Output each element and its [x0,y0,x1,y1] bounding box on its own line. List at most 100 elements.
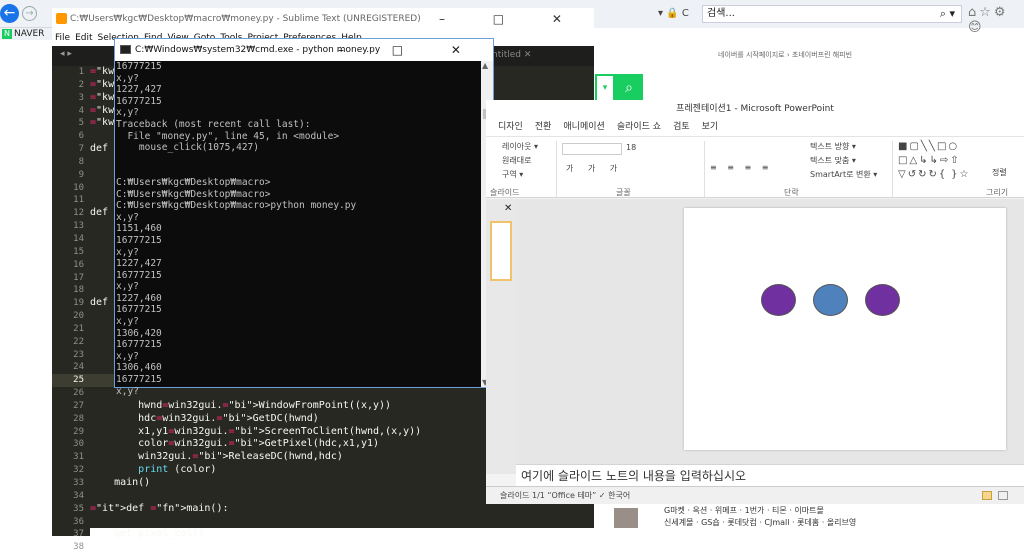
group-label-font: 글꼴 [616,188,631,197]
line-number: 34 [73,490,84,501]
shopping-links-row2[interactable]: 신세계몰 · GS숍 · 롯데닷컴 · CJmall · 롯데홈 · 올리브영 [664,517,856,529]
window-controls[interactable]: – □ ✕ [338,39,483,61]
font-name-box[interactable] [562,143,622,155]
tab-nav-arrows[interactable]: ◂ ▸ [60,49,72,59]
normal-view-icon[interactable] [982,491,992,500]
line-number: 26 [73,388,84,399]
forward-button[interactable]: → [22,6,37,21]
group-label-paragraph: 단락 [784,188,799,197]
reset-button[interactable]: 원래대로 [502,155,531,166]
shopping-links[interactable]: G마켓 · 옥션 · 위메프 · 1번가 · 티몬 · 이마트몰 신세계몰 · … [664,505,856,529]
sublime-title: C:₩Users₩kgc₩Desktop₩macro₩money.py - Su… [70,14,421,24]
ribbon-tab[interactable]: 검토 [673,122,690,132]
sorter-view-icon[interactable] [998,491,1008,500]
line-number: 8 [78,156,84,167]
scroll-up-icon[interactable]: ▲ [482,61,488,70]
ribbon-tab[interactable]: 디자인 [498,122,523,132]
ribbon-tab[interactable]: 전환 [535,122,552,132]
console-line: x,y? [116,385,139,397]
naver-favicon-icon: N [2,29,12,39]
line-number: 1 [78,67,84,77]
code-line[interactable] [90,516,594,529]
circle-purple-left[interactable] [761,284,796,316]
slide-panel: ✕ [486,199,516,474]
console-line: x,y? [116,316,139,328]
shapes-gallery-icon[interactable]: ■▢╲╲□○ [898,141,959,152]
smartart-button[interactable]: SmartArt로 변환 ▾ [810,169,877,180]
console-line: 16777215 [116,95,162,107]
shopping-thumbnail[interactable] [614,508,638,528]
shapes-gallery-row2-icon[interactable]: □△↳↳⇨⇧ [898,155,961,166]
slide-thumbnail[interactable] [490,221,512,281]
address-bar-tail[interactable]: ▾ 🔒 C [592,5,702,23]
arrange-button[interactable]: 정렬 [992,167,1007,178]
ribbon-tab[interactable]: 슬라이드 쇼 [617,122,661,132]
align-icons[interactable]: ≡ ≡ ≡ ≡ [710,163,772,172]
section-button[interactable]: 구역 ▾ [502,169,523,180]
code-line[interactable]: get_pixel_col() [90,528,594,541]
line-number: 20 [73,311,84,322]
line-number: 3 [78,92,84,103]
divider [556,141,557,197]
text-align-button[interactable]: 텍스트 맞춤 ▾ [810,155,856,166]
console-line: 1227,427 [116,84,162,96]
line-number: 12 [73,208,84,219]
notes-pane[interactable]: 여기에 슬라이드 노트의 내용을 입력하십시오 [516,464,1024,486]
shopping-links-row1[interactable]: G마켓 · 옥션 · 위메프 · 1번가 · 티몬 · 이마트몰 [664,505,856,517]
console-line: x,y? [116,281,139,293]
line-number: 35 [73,503,84,514]
shapes-gallery-row3-icon[interactable]: ▽↺↻↻{ }☆ [898,169,971,180]
line-number: 27 [73,400,84,411]
line-number: 31 [73,452,84,463]
line-number: 13 [73,221,84,232]
sublime-titlebar: C:₩Users₩kgc₩Desktop₩macro₩money.py - Su… [52,8,594,30]
line-number: 32 [73,465,84,476]
console-output[interactable]: 16777215 x,y? 1227,427 16777215 x,y? Tracebac… [115,61,481,397]
line-number: 19 [73,298,84,309]
line-gutter: 1 2 3 4 5 6 7 8 9 10 11 12 13 14 15 16 17 18 19 20 21 22 23 24 2… [52,66,90,552]
window-controls[interactable]: – □ ✕ [439,8,584,30]
back-button[interactable]: ← [0,4,19,23]
search-input[interactable]: 검색... ⌕ ▾ [702,5,962,23]
slide[interactable] [684,208,1006,450]
line-number: 2 [78,79,84,90]
tab-untitled[interactable]: ntitled ✕ [492,50,531,60]
console-line: 16777215 [116,234,162,246]
circle-blue[interactable] [813,284,848,316]
ribbon-tab[interactable]: 보기 [702,122,719,132]
naver-search-dropdown[interactable]: ▾ [595,74,615,102]
line-number: 9 [78,169,84,180]
console-line: x,y? [116,350,139,362]
line-number: 30 [73,439,84,450]
naver-top-links[interactable]: 네이버를 시작페이지로 › 초네이버프린 해피빈 [718,50,852,60]
console-line: 1306,460 [116,362,162,374]
line-number: 6 [78,131,84,142]
status-text: 슬라이드 1/1 “Office 테마” ✓ 한국어 [500,491,631,500]
font-size-box[interactable]: 18 [626,143,636,152]
line-number: 10 [73,182,84,193]
cmd-window: C:₩Windows₩system32₩cmd.exe - python mon… [114,38,494,397]
ppt-title: 프레젠테이션1 - Microsoft PowerPoint [486,100,1024,118]
console-line: mouse_click(1075,427) [116,142,259,154]
naver-search-button[interactable]: ⌕ [615,74,643,102]
layout-button[interactable]: 레이아웃 ▾ [502,141,538,152]
code-line[interactable] [90,541,594,554]
text-direction-button[interactable]: 텍스트 방향 ▾ [810,141,856,152]
browser-tab[interactable]: N NAVER [0,28,52,40]
browser-toolbar-right: ▾ 🔒 C 검색... ⌕ ▾ ⌂☆⚙😊 [592,0,1024,35]
search-icon[interactable]: ⌕ ▾ [940,6,955,22]
line-number: 29 [73,426,84,437]
browser-tool-icons[interactable]: ⌂☆⚙😊 [968,5,1024,35]
close-icon[interactable]: ✕ [504,203,512,214]
circle-purple-right[interactable] [865,284,900,316]
divider [704,141,705,197]
ribbon-tab[interactable]: 애니메이션 [563,122,604,132]
font-format-icons[interactable]: 가 가 가 [566,163,623,174]
menu-file[interactable]: File [55,33,70,43]
sublime-app-icon [56,13,67,24]
line-number: 18 [73,285,84,296]
menu-edit[interactable]: Edit [75,33,92,43]
console-line: 16777215 [116,304,162,316]
